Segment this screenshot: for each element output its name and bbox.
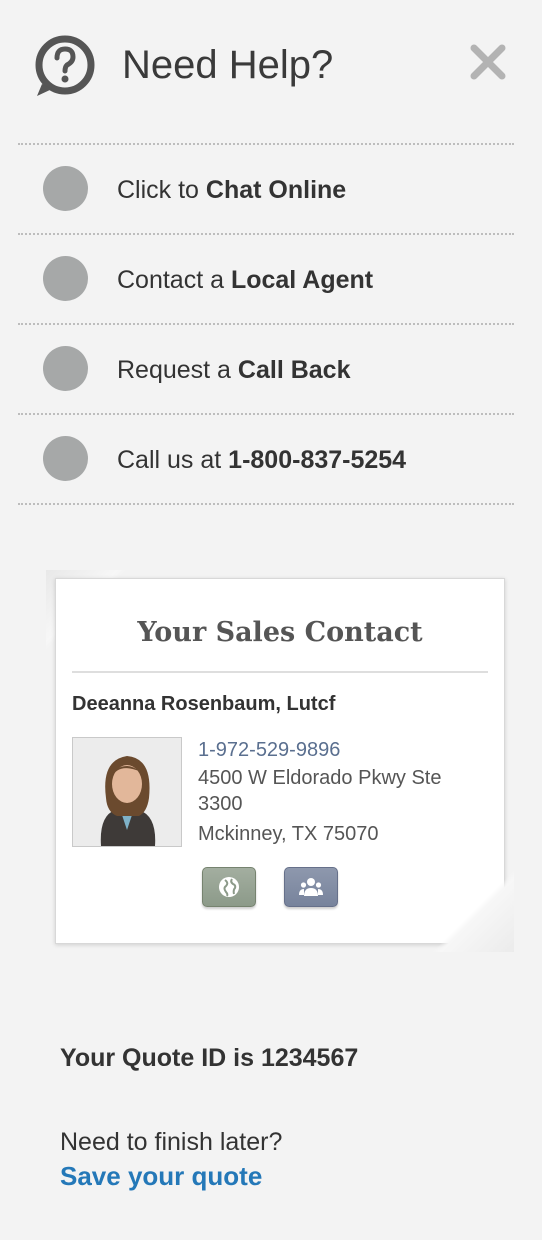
close-icon[interactable]	[468, 42, 508, 82]
page-curl-decoration	[432, 870, 514, 952]
bullet-dot-icon	[43, 346, 88, 391]
option-label: Request a Call Back	[117, 356, 351, 384]
agent-photo	[72, 737, 182, 847]
help-options: Click to Chat Online Contact a Local Age…	[18, 143, 514, 505]
question-bubble-icon	[35, 35, 95, 96]
call-us-option[interactable]: Call us at 1-800-837-5254	[18, 413, 514, 505]
quote-id: Your Quote ID is 1234567	[60, 1044, 359, 1072]
option-label: Call us at 1-800-837-5254	[117, 446, 407, 474]
help-header: Need Help?	[0, 0, 542, 140]
call-back-option[interactable]: Request a Call Back	[18, 323, 514, 413]
save-quote-link[interactable]: Save your quote	[60, 1161, 262, 1192]
people-icon	[299, 878, 323, 896]
finish-later-text: Need to finish later?	[60, 1128, 283, 1156]
option-label: Click to Chat Online	[117, 176, 347, 204]
agent-team-button[interactable]	[284, 867, 338, 907]
website-button[interactable]	[202, 867, 256, 907]
address-line: 4500 W Eldorado Pkwy Ste	[198, 767, 442, 789]
card-title: Your Sales Contact	[137, 617, 423, 648]
agent-name: Deeanna Rosenbaum, Lutcf	[72, 693, 336, 715]
address-line: Mckinney, TX 75070	[198, 823, 379, 845]
option-label: Contact a Local Agent	[117, 266, 374, 294]
agent-phone-link[interactable]: 1-972-529-9896	[198, 739, 340, 762]
page-title: Need Help?	[122, 43, 334, 87]
bullet-dot-icon	[43, 436, 88, 481]
divider	[72, 671, 488, 673]
address-line: 3300	[198, 793, 243, 815]
bullet-dot-icon	[43, 256, 88, 301]
bullet-dot-icon	[43, 166, 88, 211]
globe-icon	[219, 877, 239, 897]
chat-online-option[interactable]: Click to Chat Online	[18, 143, 514, 233]
local-agent-option[interactable]: Contact a Local Agent	[18, 233, 514, 323]
